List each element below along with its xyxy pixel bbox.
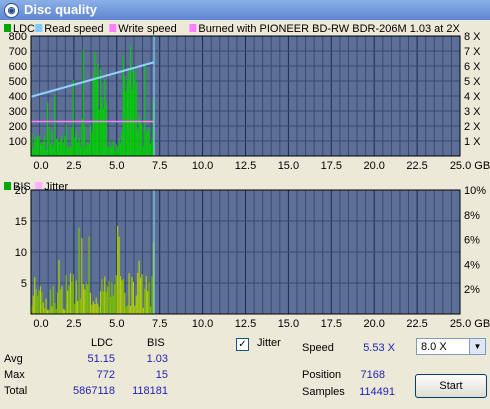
x-tick-label: 25.0 GB [450, 160, 490, 172]
x-tick-label: 15.0 [278, 160, 299, 172]
ldc-chart: LDC Read speed Write speed Burned with PION… [4, 23, 490, 172]
speed-value: 5.53 X [363, 342, 395, 354]
x-tick-label: 15.0 [278, 318, 299, 330]
position-value: 7168 [360, 369, 385, 381]
y2-tick-label: 6% [464, 235, 480, 247]
x-tick-label: 0.0 [33, 318, 48, 330]
jitter-checkbox-label: Jitter [257, 337, 281, 349]
stats-avg-bis: 1.03 [146, 353, 168, 365]
x-tick-label: 22.5 [406, 318, 427, 330]
x-tick-label: 20.0 [363, 160, 384, 172]
y2-tick-label: 6 X [464, 61, 481, 73]
x-tick-label: 7.5 [152, 160, 167, 172]
chevron-down-icon[interactable]: ▼ [469, 339, 485, 354]
legend-item-1: Read speed [44, 23, 103, 35]
position-label: Position [302, 369, 342, 381]
stats-header-ldc: LDC [91, 337, 114, 349]
stats-header-bis: BIS [147, 337, 165, 349]
y-tick-label: 5 [21, 278, 27, 290]
y2-tick-label: 8% [464, 210, 480, 222]
y-tick-label: 600 [9, 61, 27, 73]
legend-swatch [189, 24, 197, 32]
y-tick-label: 800 [9, 31, 27, 43]
jitter-checkbox[interactable]: ✓ [236, 338, 249, 351]
y-tick-label: 700 [9, 46, 27, 58]
y2-tick-label: 4% [464, 259, 480, 271]
samples-value: 114491 [359, 386, 395, 398]
stats-total-bis: 118181 [132, 385, 168, 397]
y2-tick-label: 8 X [464, 31, 481, 43]
legend-swatch [35, 182, 43, 190]
title-bar: ◉ Disc quality [0, 0, 490, 20]
y2-tick-label: 7 X [464, 46, 481, 58]
x-tick-label: 20.0 [363, 318, 384, 330]
window-title: Disc quality [24, 2, 97, 17]
stats-max-ldc: 772 [96, 369, 115, 381]
x-tick-label: 22.5 [406, 160, 427, 172]
legend-swatch [4, 182, 11, 190]
x-tick-label: 0.0 [33, 160, 48, 172]
y2-tick-label: 1 X [464, 136, 481, 148]
y-tick-label: 100 [9, 136, 27, 148]
x-tick-label: 10.0 [192, 318, 213, 330]
y-tick-label: 200 [9, 121, 27, 133]
disc-icon: ◉ [4, 3, 19, 18]
y2-tick-label: 4 X [464, 91, 481, 103]
x-tick-label: 7.5 [152, 318, 167, 330]
y-tick-label: 10 [15, 247, 27, 259]
x-tick-label: 2.5 [66, 160, 81, 172]
samples-label: Samples [302, 386, 345, 398]
x-tick-label: 12.5 [235, 160, 256, 172]
legend-swatch [35, 24, 43, 32]
stats-label-max: Max [4, 369, 25, 381]
start-button[interactable]: Start [415, 374, 487, 398]
y-tick-label: 400 [9, 91, 27, 103]
legend-swatch [109, 24, 117, 32]
legend-item-3: Burned with PIONEER BD-RW BDR-206M 1.03 … [198, 23, 460, 35]
y2-tick-label: 3 X [464, 106, 481, 118]
speed-select-value: 8.0 X [421, 341, 447, 353]
y2-tick-label: 5 X [464, 76, 481, 88]
bis-chart: BIS Jitter0.0 2.5 5.0 7.5 10.0 12.5 15.0 17.5 20.… [4, 181, 490, 330]
y2-tick-label: 2% [464, 284, 480, 296]
x-tick-label: 25.0 GB [450, 318, 490, 330]
x-tick-label: 10.0 [192, 160, 213, 172]
x-tick-label: 5.0 [109, 318, 124, 330]
y-tick-label: 20 [15, 185, 27, 197]
stats-total-ldc: 5867118 [72, 385, 115, 397]
y2-tick-label: 2 X [464, 121, 481, 133]
stats-label-total: Total [4, 385, 28, 397]
x-tick-label: 17.5 [321, 318, 342, 330]
legend-item-2: Write speed [118, 23, 177, 35]
stats-avg-ldc: 51.15 [87, 353, 115, 365]
x-tick-label: 12.5 [235, 318, 256, 330]
y-tick-label: 15 [15, 216, 27, 228]
x-tick-label: 17.5 [321, 160, 342, 172]
x-tick-label: 2.5 [66, 318, 81, 330]
x-tick-label: 5.0 [109, 160, 124, 172]
y2-tick-label: 10% [464, 185, 486, 197]
speed-label: Speed [302, 342, 334, 354]
y-tick-label: 300 [9, 106, 27, 118]
stats-label-avg: Avg [4, 353, 23, 365]
y-tick-label: 500 [9, 76, 27, 88]
speed-select[interactable]: 8.0 X ▼ [416, 338, 486, 355]
stats-max-bis: 15 [155, 369, 168, 381]
